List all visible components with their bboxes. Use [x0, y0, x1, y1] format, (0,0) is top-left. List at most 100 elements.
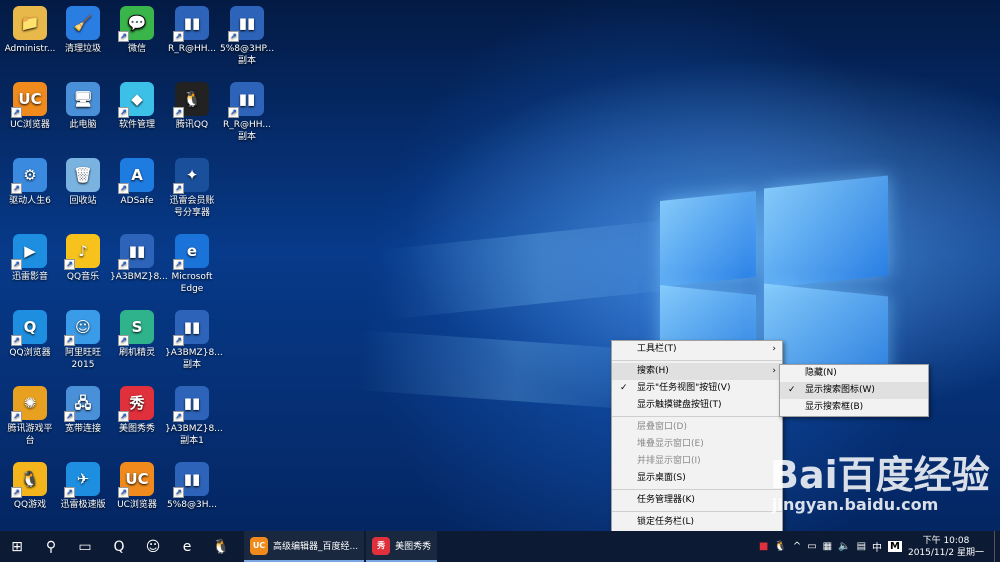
desktop-icon[interactable]: 秀 ↗ 美图秀秀	[110, 386, 164, 435]
aliwangwang-icon[interactable]: ☺	[136, 531, 170, 562]
menu-item-label: 任务管理器(K)	[637, 495, 695, 505]
taskbar: ⊞ ⚲ ▭ Q ☺ e 🐧 UC 高级编辑器_百度经... 秀美图秀秀 ■ 🐧 ^ ▭ ▦ 🔈 …	[0, 531, 1000, 562]
start-icon[interactable]: ⊞	[0, 531, 34, 562]
desktop-icon[interactable]: A ↗ ADSafe	[110, 158, 164, 207]
desktop-icon[interactable]: 🖥 此电脑	[56, 82, 110, 131]
taskbar-app-button[interactable]: 秀美图秀秀	[366, 531, 438, 562]
desktop-icon[interactable]: ☺ ↗ 阿里旺旺 2015	[56, 310, 110, 371]
app-icon: 🗑	[66, 158, 100, 192]
desktop-icon[interactable]: ▮▮ ↗}A3BMZ}8...	[110, 234, 168, 283]
desktop-icon-label: 软件管理	[118, 120, 155, 130]
action-center-icon[interactable]: ▤	[857, 541, 866, 552]
desktop-icon[interactable]: ▮▮ ↗}A3BMZ}8... 副本1	[165, 386, 223, 447]
battery-icon[interactable]: ▭	[807, 541, 816, 552]
app-icon: ▮▮ ↗	[173, 310, 209, 346]
watermark-logo-text: Bai百度经验	[770, 453, 990, 497]
desktop-icon-label: Microsoft Edge	[171, 272, 213, 294]
app-icon: ◆ ↗	[118, 82, 154, 118]
desktop-icon[interactable]: e ↗ Microsoft Edge	[165, 234, 219, 295]
app-icon: ▮▮ ↗	[118, 234, 154, 270]
desktop-icon[interactable]: 🧹 清理垃圾	[56, 6, 110, 55]
desktop-icon[interactable]: 💬 ↗ 微信	[110, 6, 164, 55]
menu-separator	[612, 416, 782, 417]
shortcut-arrow-icon: ↗	[173, 259, 184, 270]
desktop-icon-label: 美图秀秀	[118, 424, 155, 434]
app-icon: UC ↗	[118, 462, 154, 498]
desktop-icon-label: 5%8@3H...	[167, 500, 217, 510]
desktop-icon[interactable]: ♪ ↗ QQ音乐	[56, 234, 110, 283]
desktop-icon[interactable]: 📁 Administr...	[3, 6, 57, 55]
shortcut-arrow-icon: ↗	[64, 259, 75, 270]
desktop-icon[interactable]: ⚙ ↗ 驱动人生6	[3, 158, 57, 207]
context-menu-item[interactable]: 显示触摸键盘按钮(T)	[612, 397, 782, 414]
context-menu-item[interactable]: ✓ 显示"任务视图"按钮(V)	[612, 380, 782, 397]
desktop-icon[interactable]: UC ↗ UC浏览器	[110, 462, 164, 511]
desktop-icon-label: Administr...	[4, 44, 56, 54]
clock-date: 2015/11/2 星期一	[907, 547, 984, 558]
shortcut-arrow-icon: ↗	[118, 259, 129, 270]
context-menu-item[interactable]: 显示桌面(S)	[612, 470, 782, 487]
desktop-icon[interactable]: S ↗ 刷机精灵	[110, 310, 164, 359]
search-submenu-item[interactable]: ✓ 显示搜索图标(W)	[780, 382, 928, 399]
desktop-icon[interactable]: Q ↗ QQ浏览器	[3, 310, 57, 359]
checkmark-icon: ✓	[788, 385, 796, 395]
app-icon: UC	[250, 536, 268, 555]
desktop-icon[interactable]: 🐧 ↗ QQ游戏	[3, 462, 57, 511]
menu-item-label: 锁定任务栏(L)	[637, 517, 695, 527]
app-icon: 🐧 ↗	[173, 82, 209, 118]
menu-separator	[612, 360, 782, 361]
desktop-icon[interactable]: 🖧 ↗ 宽带连接	[56, 386, 110, 435]
tray-expand-icon[interactable]: ^	[793, 541, 801, 552]
desktop-icon[interactable]: ✺ ↗ 腾讯游戏平 台	[3, 386, 57, 447]
desktop-icon[interactable]: ▮▮ ↗}A3BMZ}8... 副本	[165, 310, 223, 371]
shortcut-arrow-icon: ↗	[228, 107, 239, 118]
search-icon[interactable]: ⚲	[34, 531, 68, 562]
task-view-icon[interactable]: ▭	[68, 531, 102, 562]
desktop-icon[interactable]: ✦ ↗ 迅雷会员账 号分享器	[165, 158, 219, 219]
app-icon: 📁	[13, 6, 47, 40]
desktop-icon[interactable]: UC ↗ UC浏览器	[3, 82, 57, 131]
desktop-icon[interactable]: ▶ ↗ 迅雷影音	[3, 234, 57, 283]
tray-app-icon[interactable]: ■	[759, 541, 768, 552]
context-menu-item[interactable]: 搜索(H) ›	[612, 363, 782, 380]
context-menu-item: 层叠窗口(D)	[612, 419, 782, 436]
tray-qq-icon[interactable]: 🐧	[774, 541, 786, 552]
context-menu-item[interactable]: 工具栏(T) ›	[612, 341, 782, 358]
network-icon[interactable]: ▦	[823, 541, 832, 552]
shortcut-arrow-icon: ↗	[11, 107, 22, 118]
ie-icon[interactable]: e	[170, 531, 204, 562]
desktop-icon[interactable]: 🐧 ↗ 腾讯QQ	[165, 82, 219, 131]
qq-browser-icon[interactable]: Q	[102, 531, 136, 562]
menu-separator	[612, 511, 782, 512]
search-submenu-item[interactable]: 显示搜索框(B)	[780, 399, 928, 416]
ime-mode-indicator[interactable]: M	[888, 541, 902, 552]
clock-time: 下午 10:08	[922, 535, 970, 546]
system-tray: ■ 🐧 ^ ▭ ▦ 🔈 ▤ 中 M 下午 10:08 2015/11/2 星期一	[759, 531, 1000, 562]
menu-item-label: 并排显示窗口(I)	[637, 456, 701, 466]
desktop-icon[interactable]: ▮▮ ↗ 5%8@3H...	[165, 462, 219, 511]
desktop-icon[interactable]: ✈ ↗ 迅雷极速版	[56, 462, 110, 511]
volume-icon[interactable]: 🔈	[838, 541, 850, 552]
checkmark-icon: ✓	[620, 383, 628, 393]
desktop-icon[interactable]: 🗑 回收站	[56, 158, 110, 207]
clock[interactable]: 下午 10:08 2015/11/2 星期一	[908, 535, 984, 559]
qq-icon[interactable]: 🐧	[204, 531, 238, 562]
app-icon: 🐧 ↗	[11, 462, 47, 498]
desktop-icon[interactable]: ▮▮ ↗ 5%8@3HP... 副本	[220, 6, 274, 67]
desktop-icon[interactable]: ▮▮ ↗ R_R@HH... 副本	[220, 82, 274, 143]
shortcut-arrow-icon: ↗	[173, 183, 184, 194]
desktop-icon[interactable]: ▮▮ ↗ R_R@HH...	[165, 6, 219, 55]
desktop-icon-label: 迅雷影音	[11, 272, 48, 282]
taskbar-app-button[interactable]: UC 高级编辑器_百度经...	[244, 531, 365, 562]
desktop-icon-label: }A3BMZ}8... 副本1	[165, 424, 223, 446]
desktop-icon-label: R_R@HH... 副本	[223, 120, 271, 142]
app-icon: ▮▮ ↗	[173, 6, 209, 42]
context-menu-item[interactable]: 锁定任务栏(L)	[612, 514, 782, 531]
ime-indicator[interactable]: 中	[872, 539, 882, 554]
desktop-icon-label: 驱动人生6	[9, 196, 51, 206]
search-submenu-item[interactable]: 隐藏(N)	[780, 365, 928, 382]
context-menu-item[interactable]: 任务管理器(K)	[612, 492, 782, 509]
desktop-icon[interactable]: ◆ ↗ 软件管理	[110, 82, 164, 131]
show-desktop-button[interactable]	[994, 531, 1000, 562]
app-icon: 秀	[372, 536, 391, 555]
